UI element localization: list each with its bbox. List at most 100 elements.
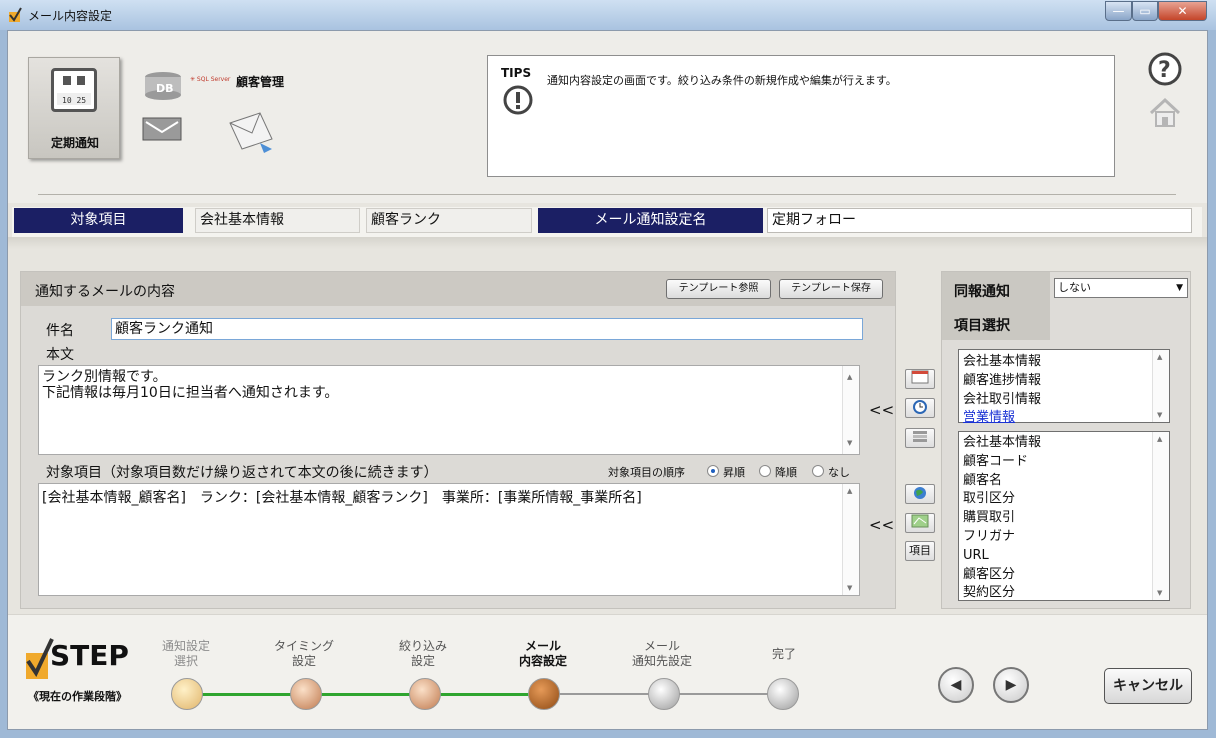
step-1-label: 通知設定 選択 <box>161 639 210 668</box>
target-items-label: 対象項目 <box>14 208 183 233</box>
window-client-area: 10 25 定期通知 DB ✳ SQL Server 顧客管理 TIPS 通知内… <box>7 30 1208 730</box>
home-icon[interactable] <box>1147 95 1183 131</box>
scroll-down-icon[interactable]: ▼ <box>1157 589 1162 597</box>
mail-content-header: 通知するメールの内容 テンプレート参照 テンプレート保存 <box>21 272 895 306</box>
scroll-up-icon[interactable]: ▲ <box>847 487 852 495</box>
body-label: 本文 <box>46 347 74 363</box>
header-area: 10 25 定期通知 DB ✳ SQL Server 顧客管理 TIPS 通知内… <box>8 31 1207 203</box>
scroll-up-icon[interactable]: ▲ <box>1157 435 1162 443</box>
globe-icon[interactable] <box>905 484 935 504</box>
body-line: ランク別情報です。 <box>42 369 167 385</box>
field-list-item[interactable]: URL <box>963 547 1151 566</box>
field-list-item[interactable]: 顧客名 <box>963 472 1151 491</box>
step-logo-text: STEP <box>50 639 129 672</box>
step-3-dot <box>409 678 441 710</box>
maximize-button[interactable]: ▭ <box>1132 1 1158 21</box>
scroll-up-icon[interactable]: ▲ <box>1157 353 1162 361</box>
step-1-dot <box>171 678 203 710</box>
category-list-item[interactable]: 会社取引情報 <box>963 391 1151 410</box>
next-step-button[interactable]: ▶ <box>993 667 1029 703</box>
category-scrollbar[interactable]: ▲ ▼ <box>1152 350 1169 422</box>
scroll-down-icon[interactable]: ▼ <box>847 584 852 592</box>
cc-notify-label: 同報通知 <box>954 284 1010 300</box>
target-items-value: [会社基本情報_顧客名] ランク：[会社基本情報_顧客ランク] 事業所：[事業所… <box>42 490 642 506</box>
target-items-textarea[interactable]: [会社基本情報_顧客名] ランク：[会社基本情報_顧客ランク] 事業所：[事業所… <box>38 483 860 596</box>
scroll-down-icon[interactable]: ▼ <box>847 435 852 451</box>
target-items-bar: 対象項目 会社基本情報 顧客ランク メール通知設定名 定期フォロー <box>12 207 1202 237</box>
chevron-right-icon: ▶ <box>1005 677 1017 693</box>
calendar-icon[interactable] <box>905 369 935 389</box>
order-radio-none-label: なし <box>828 466 850 479</box>
tips-text: 通知内容設定の画面です。絞り込み条件の新規作成や編集が行えます。 <box>547 74 897 87</box>
database-icon[interactable]: DB <box>143 71 183 101</box>
order-radio-asc-label: 昇順 <box>723 466 745 479</box>
order-label: 対象項目の順序 <box>608 466 685 479</box>
tips-panel: TIPS 通知内容設定の画面です。絞り込み条件の新規作成や編集が行えます。 <box>487 55 1115 177</box>
notify-setting-name-label: メール通知設定名 <box>538 208 763 233</box>
order-radio-desc-label: 降順 <box>775 466 797 479</box>
close-button[interactable]: ✕ <box>1158 1 1207 21</box>
progress-line-done <box>188 693 545 696</box>
field-list-item[interactable]: 顧客区分 <box>963 566 1151 585</box>
previous-step-button[interactable]: ◀ <box>938 667 974 703</box>
list-icon[interactable] <box>905 428 935 448</box>
target-scrollbar[interactable]: ▲ ▼ <box>842 484 859 595</box>
svg-text:10 25: 10 25 <box>62 96 86 105</box>
template-reference-button[interactable]: テンプレート参照 <box>666 279 771 299</box>
step-6-label: 完了 <box>771 647 796 661</box>
body-scrollbar[interactable]: ▲ ▼ <box>842 366 859 454</box>
exclamation-icon <box>503 85 533 115</box>
field-list-item[interactable]: 取引区分 <box>963 490 1151 509</box>
insert-to-target-button[interactable]: << <box>869 516 894 534</box>
field-list-item[interactable]: 会社基本情報 <box>963 434 1151 453</box>
mail-icon[interactable] <box>142 117 182 141</box>
app-check-icon <box>9 7 22 22</box>
target-item-field-2: 顧客ランク <box>366 208 532 233</box>
step-progress-bar: STEP 《現在の作業段階》 通知設定 選択 タイミング 設定 絞り込み 設定 メール… <box>8 614 1207 729</box>
field-scrollbar[interactable]: ▲ ▼ <box>1152 432 1169 600</box>
notify-setting-name-field[interactable]: 定期フォロー <box>767 208 1192 233</box>
cc-notify-select[interactable]: しない ▼ <box>1054 278 1188 298</box>
step-5-label: メール 通知先設定 <box>631 639 692 668</box>
chevron-left-icon: ◀ <box>950 677 962 693</box>
subject-input[interactable]: 顧客ランク通知 <box>111 318 863 340</box>
field-list-item[interactable]: フリガナ <box>963 528 1151 547</box>
insert-to-body-button[interactable]: << <box>869 401 894 419</box>
window-title: メール内容設定 <box>28 9 113 23</box>
step-2-label: タイミング 設定 <box>273 639 334 668</box>
scroll-down-icon[interactable]: ▼ <box>1157 411 1162 419</box>
tips-title: TIPS <box>501 66 532 80</box>
scroll-up-icon[interactable]: ▲ <box>847 369 852 385</box>
field-list-item[interactable]: 顧客コード <box>963 453 1151 472</box>
help-icon[interactable]: ? <box>1147 51 1183 87</box>
field-list-item[interactable]: 購買取引 <box>963 509 1151 528</box>
item-button[interactable]: 項目 <box>905 541 935 561</box>
template-save-button[interactable]: テンプレート保存 <box>779 279 883 299</box>
map-icon[interactable] <box>905 513 935 533</box>
body-textarea[interactable]: ランク別情報です。 下記情報は毎月10日に担当者へ通知されます。 ▲ ▼ <box>38 365 860 455</box>
order-radio-none[interactable] <box>812 465 824 477</box>
chevron-down-icon: ▼ <box>1176 283 1183 293</box>
category-list-item[interactable]: 会社基本情報 <box>963 353 1151 372</box>
send-envelope-icon <box>229 112 273 153</box>
window-titlebar[interactable]: メール内容設定 — ▭ ✕ <box>0 0 1216 30</box>
step-subtitle: 《現在の作業段階》 <box>28 690 127 703</box>
category-list-item-selected[interactable]: 営業情報 <box>963 409 1151 428</box>
category-list[interactable]: 会社基本情報 顧客進捗情報 会社取引情報 営業情報 ▲ ▼ <box>958 349 1170 425</box>
calendar-board-icon: 10 25 <box>51 68 97 112</box>
subject-label: 件名 <box>46 323 74 339</box>
step-4-dot <box>528 678 560 710</box>
minimize-button[interactable]: — <box>1105 1 1132 21</box>
mail-content-title: 通知するメールの内容 <box>35 284 175 300</box>
order-radio-asc[interactable] <box>707 465 719 477</box>
field-list[interactable]: 会社基本情報 顧客コード 顧客名 取引区分 購買取引 フリガナ URL 顧客区分… <box>958 431 1170 601</box>
sql-server-logo-icon: ✳ SQL Server <box>190 76 231 83</box>
order-radio-desc[interactable] <box>759 465 771 477</box>
category-list-item[interactable]: 顧客進捗情報 <box>963 372 1151 391</box>
header-divider <box>38 194 1176 195</box>
step-4-label: メール 内容設定 <box>518 639 567 668</box>
mode-tile-periodic-notify[interactable]: 10 25 定期通知 <box>28 57 120 159</box>
field-list-item[interactable]: 契約区分 <box>963 584 1151 600</box>
cancel-button[interactable]: キャンセル <box>1104 668 1192 704</box>
clock-icon[interactable] <box>905 398 935 418</box>
